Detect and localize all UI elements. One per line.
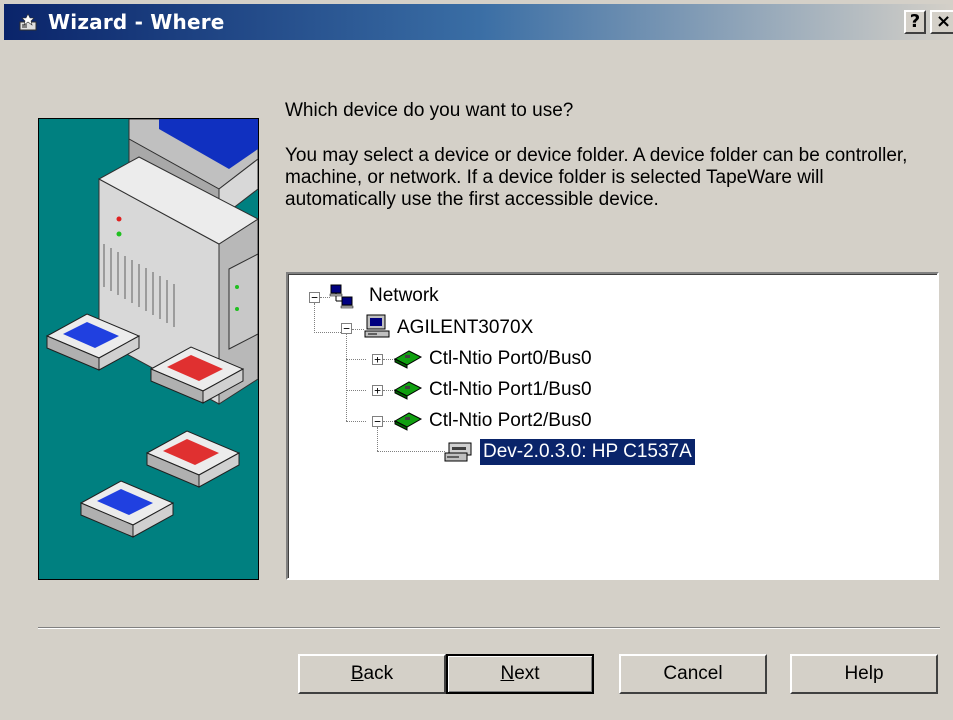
next-button[interactable]: Next (446, 654, 594, 694)
tree-node-network[interactable]: Network (369, 283, 439, 309)
help-title-button[interactable]: ? (904, 10, 926, 34)
tree-connector (346, 359, 366, 360)
collapse-computer-toggle[interactable]: − (341, 323, 352, 334)
network-icon (329, 284, 354, 309)
title-bar[interactable]: Wizard - Where ? × (4, 4, 953, 40)
back-button[interactable]: Back (298, 654, 446, 694)
description-text: You may select a device or device folder… (285, 145, 908, 210)
server-and-tapes-image (45, 119, 258, 538)
expand-port1-toggle[interactable]: + (372, 385, 383, 396)
tape-drive-icon (444, 442, 472, 462)
tree-node-computer[interactable]: AGILENT3070X (397, 315, 533, 341)
controller-card-icon (393, 350, 423, 369)
tree-connector (346, 421, 366, 422)
window-title: Wizard - Where (48, 10, 225, 34)
separator-highlight (38, 628, 940, 629)
collapse-network-toggle[interactable]: − (309, 292, 320, 303)
collapse-port2-toggle[interactable]: − (372, 416, 383, 427)
back-label-post: ack (363, 663, 394, 684)
back-accel-key: B (350, 663, 364, 684)
wizard-app-icon (19, 13, 37, 31)
controller-card-icon (393, 381, 423, 400)
device-tree-inner: − Network − AGILENT3070X + Ctl-Ntio Port… (288, 274, 937, 578)
tree-connector (377, 451, 445, 452)
close-button[interactable]: × (930, 10, 953, 34)
question-text: Which device do you want to use? (285, 100, 574, 121)
tree-connector (377, 427, 378, 451)
tree-node-device-selected[interactable]: Dev-2.0.3.0: HP C1537A (479, 438, 696, 466)
tree-connector (314, 332, 341, 333)
wizard-illustration (38, 118, 259, 580)
tree-node-port1[interactable]: Ctl-Ntio Port1/Bus0 (429, 377, 592, 403)
help-button[interactable]: Help (790, 654, 938, 694)
tree-connector (346, 333, 347, 421)
computer-icon (364, 314, 390, 338)
cancel-button[interactable]: Cancel (619, 654, 767, 694)
tree-connector (314, 303, 315, 333)
controller-card-icon (393, 412, 423, 431)
next-accel-key: N (500, 663, 515, 684)
tree-connector (346, 390, 366, 391)
expand-port0-toggle[interactable]: + (372, 354, 383, 365)
wizard-dialog: Wizard - Where ? × Which device do you w… (0, 0, 953, 720)
next-label-post: ext (514, 663, 540, 684)
tree-node-port2[interactable]: Ctl-Ntio Port2/Bus0 (429, 408, 592, 434)
device-tree[interactable]: − Network − AGILENT3070X + Ctl-Ntio Port… (286, 272, 939, 580)
tree-node-port0[interactable]: Ctl-Ntio Port0/Bus0 (429, 346, 592, 372)
